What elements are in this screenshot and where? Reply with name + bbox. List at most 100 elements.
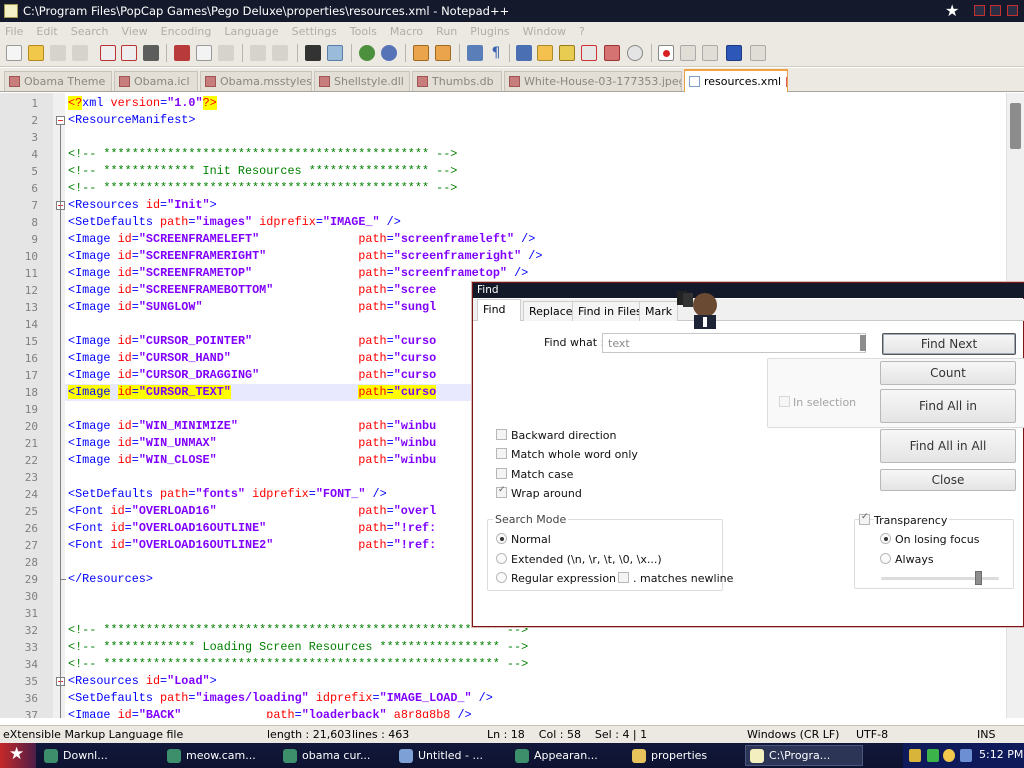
- transparency-checkbox[interactable]: [859, 512, 870, 525]
- word-wrap-icon[interactable]: [467, 45, 483, 61]
- code-line[interactable]: <Font id="OVERLOAD16OUTLINE" path="!ref:: [68, 520, 436, 537]
- code-line[interactable]: <Image id="WIN_CLOSE" path="winbu: [68, 452, 436, 469]
- network-icon[interactable]: [927, 749, 939, 762]
- find-all-in-button[interactable]: Find All in: [880, 389, 1016, 423]
- folder-as-workspace-icon[interactable]: [604, 45, 620, 61]
- code-line[interactable]: <Image id="WIN_MINIMIZE" path="winbu: [68, 418, 436, 435]
- tab-mark[interactable]: Mark: [639, 301, 679, 321]
- code-line[interactable]: <!-- ***********************************…: [68, 180, 457, 197]
- normal-radio[interactable]: [496, 533, 507, 544]
- menu-plugins[interactable]: Plugins: [470, 25, 509, 38]
- find-icon[interactable]: [305, 45, 321, 61]
- code-line[interactable]: <!-- ***********************************…: [68, 146, 457, 163]
- code-line[interactable]: <Image id="SCREENFRAMELEFT" path="screen…: [68, 231, 535, 248]
- function-list-icon[interactable]: [581, 45, 597, 61]
- in-selection-checkbox[interactable]: [779, 396, 790, 407]
- taskbar-item-notepad[interactable]: C:\Progra...: [745, 745, 863, 766]
- run-macro-multiple-icon[interactable]: [726, 45, 742, 61]
- taskbar-item-properties[interactable]: properties: [628, 745, 740, 766]
- undo-icon[interactable]: [250, 45, 266, 61]
- record-macro-icon[interactable]: [658, 45, 674, 61]
- tab-thumbs-db[interactable]: Thumbs.db: [412, 71, 502, 91]
- taskbar-item-download[interactable]: Downl...: [40, 745, 158, 766]
- code-line[interactable]: <SetDefaults path="fonts" idprefix="FONT…: [68, 486, 387, 503]
- code-line[interactable]: <?xml version="1.0"?>: [68, 95, 217, 112]
- star-icon[interactable]: ★: [945, 1, 959, 20]
- code-line[interactable]: <Font id="OVERLOAD16OUTLINE2" path="!ref…: [68, 537, 436, 554]
- open-file-icon[interactable]: [28, 45, 44, 61]
- code-line[interactable]: <Image id="CURSOR_HAND" path="curso: [68, 350, 436, 367]
- find-all-in-all-button[interactable]: Find All in All: [880, 429, 1016, 463]
- code-line[interactable]: <!-- ***********************************…: [68, 622, 528, 639]
- code-line[interactable]: <!-- ************* Loading Screen Resour…: [68, 639, 528, 656]
- close-button[interactable]: Close: [880, 469, 1016, 491]
- save-macro-icon[interactable]: [750, 45, 766, 61]
- clock[interactable]: 5:12 PM: [979, 748, 1023, 761]
- tab-obama-theme[interactable]: Obama Theme: [4, 71, 112, 91]
- save-all-icon[interactable]: [72, 45, 88, 61]
- replace-icon[interactable]: [327, 45, 343, 61]
- stop-macro-icon[interactable]: [680, 45, 696, 61]
- match-case-checkbox[interactable]: [496, 468, 507, 479]
- always-radio[interactable]: [880, 553, 891, 564]
- code-line[interactable]: <Image id="CURSOR_DRAGGING" path="curso: [68, 367, 436, 384]
- user-language-icon[interactable]: [537, 45, 553, 61]
- fold-toggle-icon[interactable]: [56, 116, 65, 125]
- code-line[interactable]: <ResourceManifest>: [68, 112, 195, 129]
- menu-edit[interactable]: Edit: [36, 25, 57, 38]
- regular-expression-radio[interactable]: [496, 572, 507, 583]
- menu-view[interactable]: View: [122, 25, 148, 38]
- code-line[interactable]: <Image id="WIN_UNMAX" path="winbu: [68, 435, 436, 452]
- tab-replace[interactable]: Replace: [523, 301, 579, 321]
- code-line[interactable]: <Image id="SCREENFRAMEBOTTOM" path="scre…: [68, 282, 436, 299]
- indent-guide-icon[interactable]: [516, 45, 532, 61]
- tab-obama-msstyles[interactable]: Obama.msstyles: [200, 71, 312, 91]
- find-what-input[interactable]: text: [602, 333, 866, 353]
- menu-run[interactable]: Run: [436, 25, 457, 38]
- code-line[interactable]: <Resources id="Load">: [68, 673, 217, 690]
- tab-find[interactable]: Find: [477, 299, 521, 321]
- close-icon[interactable]: [1007, 5, 1018, 16]
- taskbar-item-untitled[interactable]: Untitled - ...: [395, 745, 507, 766]
- save-icon[interactable]: [50, 45, 66, 61]
- wrap-around-checkbox[interactable]: [496, 485, 507, 498]
- code-line[interactable]: <SetDefaults path="images" idprefix="IMA…: [68, 214, 401, 231]
- backward-direction-checkbox[interactable]: [496, 429, 507, 440]
- menu-search[interactable]: Search: [71, 25, 109, 38]
- new-file-icon[interactable]: [6, 45, 22, 61]
- zoom-out-icon[interactable]: [381, 45, 397, 61]
- code-line[interactable]: <Image id="BACK" path="loaderback" a8r8g…: [68, 707, 472, 718]
- code-line[interactable]: <Image id="SUNGLOW" path="sungl: [68, 299, 436, 316]
- taskbar-item-obama-cur[interactable]: obama cur...: [279, 745, 391, 766]
- find-next-button[interactable]: Find Next: [882, 333, 1016, 355]
- shield-icon[interactable]: [909, 749, 921, 762]
- minimize-icon[interactable]: [974, 5, 985, 16]
- zoom-in-icon[interactable]: [359, 45, 375, 61]
- code-line[interactable]: </Resources>: [68, 571, 153, 588]
- matches-newline-checkbox[interactable]: [618, 572, 629, 583]
- sync-horizontal-icon[interactable]: [435, 45, 451, 61]
- show-all-characters-icon[interactable]: ¶: [488, 45, 504, 61]
- paste-icon[interactable]: [218, 45, 234, 61]
- start-button[interactable]: ★: [0, 743, 36, 768]
- search-icon[interactable]: [943, 749, 955, 762]
- count-button[interactable]: Count: [880, 361, 1016, 385]
- code-line[interactable]: <!-- ************* Init Resources ******…: [68, 163, 457, 180]
- redo-icon[interactable]: [272, 45, 288, 61]
- menu-language[interactable]: Language: [224, 25, 278, 38]
- tab-close-icon[interactable]: ✕: [786, 76, 787, 87]
- doc-map-icon[interactable]: [559, 45, 575, 61]
- tab-resources-xml[interactable]: resources.xml ✕: [684, 69, 788, 92]
- code-line[interactable]: <SetDefaults path = "images/loading" idpre…: [68, 690, 493, 707]
- tab-find-in-files[interactable]: Find in Files: [572, 301, 648, 321]
- code-line[interactable]: <Image id="CURSOR_POINTER" path="curso: [68, 333, 436, 350]
- menu-macro[interactable]: Macro: [390, 25, 423, 38]
- menu-window[interactable]: Window: [523, 25, 566, 38]
- code-line[interactable]: <Resources id="Init">: [68, 197, 217, 214]
- code-line[interactable]: <Image id="SCREENFRAMETOP" path="screenf…: [68, 265, 528, 282]
- menu-tools[interactable]: Tools: [350, 25, 377, 38]
- sync-vertical-icon[interactable]: [413, 45, 429, 61]
- tab-white-house-jpeg[interactable]: White-House-03-177353.jpeg: [504, 71, 682, 91]
- menu-settings[interactable]: Settings: [292, 25, 337, 38]
- extended-radio[interactable]: [496, 553, 507, 564]
